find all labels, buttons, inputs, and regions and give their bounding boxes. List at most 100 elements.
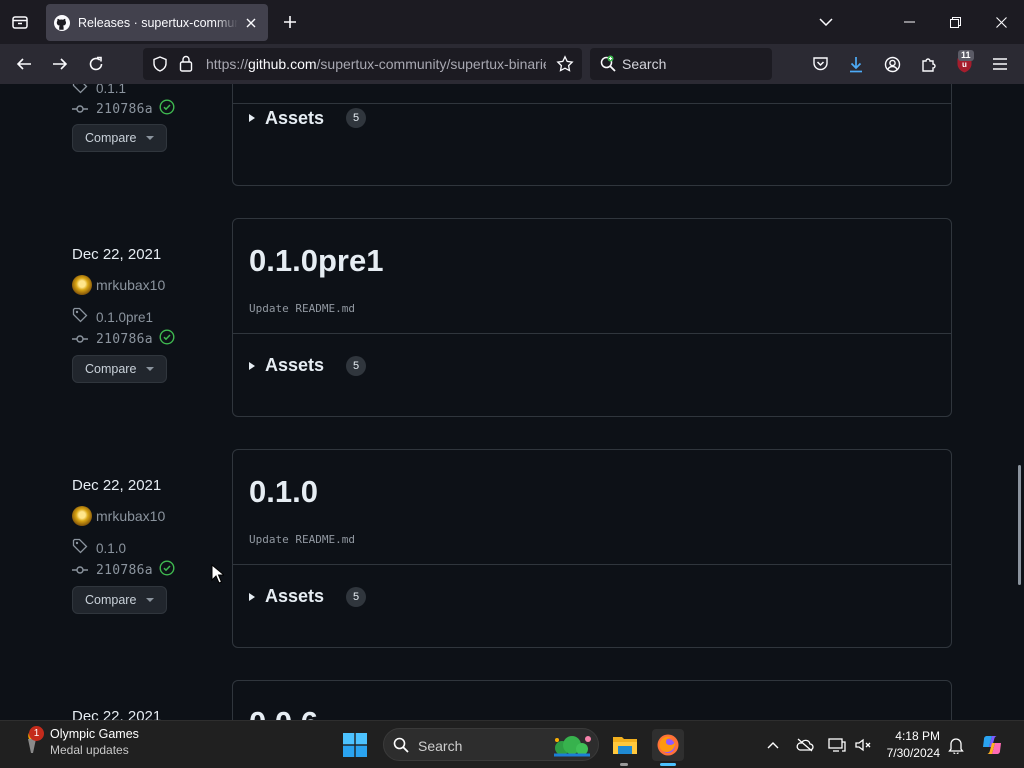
copilot-icon[interactable] xyxy=(980,733,1004,757)
commit-icon xyxy=(72,101,88,119)
lock-icon[interactable] xyxy=(179,55,193,77)
avatar xyxy=(72,275,92,295)
extensions-icon[interactable] xyxy=(914,50,942,78)
commit-icon xyxy=(72,562,88,580)
card-divider xyxy=(233,333,951,334)
release-tag[interactable]: 0.1.0 xyxy=(72,538,126,559)
svg-text:u: u xyxy=(962,60,967,69)
search-bar[interactable]: Search xyxy=(590,48,772,80)
assets-toggle[interactable]: Assets 5 xyxy=(249,355,367,376)
active-tab[interactable]: Releases · supertux-community/supertux-b… xyxy=(46,4,268,41)
pocket-icon[interactable] xyxy=(806,50,834,78)
verified-check-icon xyxy=(159,99,175,120)
bookmark-star-icon[interactable] xyxy=(556,55,574,78)
search-engine-icon xyxy=(599,55,617,78)
assets-count-badge: 5 xyxy=(346,355,367,376)
tag-icon xyxy=(72,538,88,559)
search-icon xyxy=(393,737,409,758)
release-commit[interactable]: 210786a xyxy=(72,329,175,350)
downloads-icon[interactable] xyxy=(842,50,870,78)
close-window-icon[interactable] xyxy=(978,0,1024,44)
mouse-cursor-icon xyxy=(211,563,226,589)
windows-start-icon[interactable] xyxy=(343,733,367,757)
system-clock[interactable]: 4:18 PM 7/30/2024 xyxy=(878,729,940,760)
volume-muted-icon[interactable] xyxy=(853,735,873,755)
torch-icon: 1 xyxy=(20,726,44,755)
forward-icon[interactable] xyxy=(46,50,74,78)
release-commit[interactable]: 210786a xyxy=(72,560,175,581)
release-body: Update README.md xyxy=(249,302,355,315)
avatar xyxy=(72,506,92,526)
search-highlight-icon xyxy=(548,732,596,763)
taskbar: 1 Olympic Games Medal updates Search 4:1… xyxy=(0,720,1024,768)
release-title[interactable]: 0.1.0pre1 xyxy=(249,243,383,279)
release-date: Dec 22, 2021 xyxy=(72,708,162,720)
release-card: Assets 5 xyxy=(232,84,952,186)
back-icon[interactable] xyxy=(10,50,38,78)
card-divider xyxy=(233,564,951,565)
release-title[interactable]: 0.0.6 xyxy=(249,705,318,720)
release-commit[interactable]: 210786a xyxy=(72,99,175,120)
tab-bar: Releases · supertux-community/supertux-b… xyxy=(0,0,1024,44)
release-author[interactable]: mrkubax10 xyxy=(72,506,165,526)
navigation-toolbar: https://github.com/supertux-community/su… xyxy=(0,44,1024,84)
widget-title: Olympic Games xyxy=(50,727,139,741)
assets-toggle[interactable]: Assets 5 xyxy=(249,586,367,607)
scrollbar-thumb[interactable] xyxy=(1018,465,1021,585)
disclosure-triangle-icon xyxy=(249,361,255,370)
file-explorer-icon[interactable] xyxy=(609,729,641,761)
compare-button[interactable]: Compare xyxy=(72,124,167,152)
tab-title: Releases · supertux-community/supertux-b… xyxy=(78,15,238,30)
widgets-button[interactable]: 1 Olympic Games Medal updates xyxy=(20,726,139,757)
compare-button[interactable]: Compare xyxy=(72,355,167,383)
widget-subtitle: Medal updates xyxy=(50,743,129,757)
search-placeholder: Search xyxy=(622,56,667,72)
release-date: Dec 22, 2021 xyxy=(72,246,162,263)
chevron-down-icon xyxy=(146,598,154,602)
chevron-up-icon[interactable] xyxy=(763,735,783,755)
tag-icon xyxy=(72,84,88,99)
verified-check-icon xyxy=(159,560,175,581)
shield-icon[interactable] xyxy=(152,56,168,77)
explorer-running-indicator xyxy=(620,763,628,766)
release-card: 0.1.0pre1 Update README.md Assets 5 xyxy=(232,218,952,417)
new-tab-icon[interactable] xyxy=(278,10,302,34)
account-icon[interactable] xyxy=(878,50,906,78)
network-icon[interactable] xyxy=(827,735,847,755)
compare-button[interactable]: Compare xyxy=(72,586,167,614)
release-tag[interactable]: 0.1.1 xyxy=(72,84,126,99)
commit-icon xyxy=(72,331,88,349)
verified-check-icon xyxy=(159,329,175,350)
extensions-badge: 11 xyxy=(958,50,974,61)
tag-icon xyxy=(72,307,88,328)
notification-bell-icon[interactable] xyxy=(946,735,966,755)
chevron-down-icon xyxy=(146,136,154,140)
taskbar-search[interactable]: Search xyxy=(383,728,599,761)
releases-page: 0.1.1 210786a Compare Assets 5 Dec 22, 2… xyxy=(0,84,1024,720)
minimize-icon[interactable] xyxy=(886,0,932,44)
release-author[interactable]: mrkubax10 xyxy=(72,275,165,295)
widget-notification-badge: 1 xyxy=(29,726,44,741)
assets-toggle[interactable]: Assets 5 xyxy=(249,106,367,130)
assets-count-badge: 5 xyxy=(346,586,367,607)
close-tab-icon[interactable] xyxy=(242,14,260,32)
reload-icon[interactable] xyxy=(82,50,110,78)
release-body: Update README.md xyxy=(249,533,355,546)
card-divider xyxy=(233,103,951,104)
onedrive-offline-icon[interactable] xyxy=(795,735,815,755)
restore-icon[interactable] xyxy=(932,0,978,44)
menu-icon[interactable] xyxy=(986,50,1014,78)
release-title[interactable]: 0.1.0 xyxy=(249,474,318,510)
firefox-active-indicator xyxy=(660,763,676,766)
list-all-tabs-icon[interactable] xyxy=(803,0,849,44)
release-card: 0.1.0 Update README.md Assets 5 xyxy=(232,449,952,648)
release-date: Dec 22, 2021 xyxy=(72,477,162,494)
address-bar[interactable]: https://github.com/supertux-community/su… xyxy=(143,48,582,80)
disclosure-triangle-icon xyxy=(249,114,255,122)
firefox-icon[interactable] xyxy=(652,729,684,761)
tab-list-icon[interactable] xyxy=(6,8,34,36)
release-card: 0.0.6 xyxy=(232,680,952,720)
url-text: https://github.com/supertux-community/su… xyxy=(206,56,546,72)
assets-count-badge: 5 xyxy=(346,108,367,128)
release-tag[interactable]: 0.1.0pre1 xyxy=(72,307,153,328)
